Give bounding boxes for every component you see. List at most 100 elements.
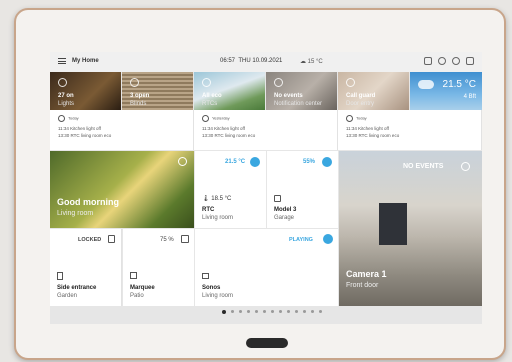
log-lights[interactable]: Today 11:34 Kitchen light off 13:30 RTC … [50, 110, 194, 150]
page-dot[interactable] [319, 310, 322, 313]
arrow-right-icon[interactable] [461, 162, 470, 171]
door-icon [57, 272, 63, 280]
rtc-setpoint: 21.5 °C [225, 159, 246, 165]
page-dot[interactable] [247, 310, 250, 313]
awning-icon [130, 272, 137, 279]
page-dot[interactable] [303, 310, 306, 313]
tile-sublabel: Lights [58, 101, 75, 107]
rtc-actual-value: 18.5 °C [211, 196, 232, 202]
tile-label: 3 open [130, 93, 150, 99]
log-entry: 11:34 Kitchen light off [346, 126, 389, 131]
page-dot[interactable] [311, 310, 314, 313]
speaker-icon[interactable] [466, 57, 474, 65]
device-room: Garage [274, 215, 295, 221]
tile-label: 27 on [58, 93, 74, 99]
tile-label: All eco [202, 93, 222, 99]
scene-room: Living room [57, 210, 94, 217]
time: 06:57 [220, 58, 236, 64]
tile-sublabel: Door entry [346, 101, 375, 107]
rtc-actual: 🌡 18.5 °C [202, 196, 232, 202]
blind-position: 75 % [160, 237, 174, 243]
home-button[interactable] [246, 338, 288, 348]
lock-status: LOCKED [78, 237, 102, 243]
clock: 06:57 THU 10.09.2021 [220, 58, 282, 64]
device-room: Patio [130, 293, 144, 299]
device-name: Marquee [130, 285, 155, 291]
screen: My Home 06:57 THU 10.09.2021 ☁ 15 °C 27 … [50, 52, 482, 324]
device-room: Living room [202, 215, 234, 221]
tile-label: No events [274, 93, 303, 99]
tile-sonos[interactable]: PLAYING Sonos Living room [195, 229, 338, 306]
blinds-icon [130, 78, 139, 87]
log-entry: 13:30 RTC living room eco [58, 133, 112, 138]
page-dot[interactable] [239, 310, 242, 313]
tile-good-morning[interactable]: Good morning Living room [50, 151, 194, 228]
page-title: My Home [72, 58, 99, 64]
page-dot[interactable] [287, 310, 290, 313]
tile-sublabel: RTCs [202, 101, 218, 107]
tile-model3[interactable]: 55% Model 3 Garage [267, 151, 338, 228]
tile-weather[interactable]: 21.5 °C 4 Bft [410, 72, 482, 110]
menu-icon[interactable] [58, 58, 66, 64]
tile-rtcs[interactable]: All eco RTCs [194, 72, 265, 110]
page-dot[interactable] [222, 309, 226, 314]
tile-marquee[interactable]: 75 % Marquee Patio [123, 229, 194, 306]
marquee-icon [181, 235, 189, 243]
tile-lights[interactable]: 27 on Lights [50, 72, 121, 110]
rtc-badge [250, 157, 260, 167]
tile-notifications[interactable]: No events Notification center [266, 72, 337, 110]
page-dot[interactable] [295, 310, 298, 313]
page-indicator[interactable] [222, 309, 322, 314]
page-dot[interactable] [271, 310, 274, 313]
top-bar: My Home 06:57 THU 10.09.2021 ☁ 15 °C [50, 52, 482, 72]
speaker-icon [202, 273, 209, 279]
page-dot[interactable] [263, 310, 266, 313]
log-entry: 11:34 Kitchen light off [58, 126, 101, 131]
charge-percent: 55% [303, 159, 316, 165]
cloud-icon [418, 80, 434, 89]
device-name: RTC [202, 207, 215, 213]
bell-icon[interactable] [452, 57, 460, 65]
camera-room: Front door [346, 282, 379, 289]
tile-rtc[interactable]: 21.5 °C 🌡 18.5 °C RTC Living room [195, 151, 266, 228]
door-image [379, 203, 407, 245]
car-icon [274, 195, 281, 202]
person-icon [346, 78, 355, 87]
charge-badge [322, 157, 332, 167]
lightbulb-icon [58, 78, 67, 87]
tile-door-entry[interactable]: Call guard Door entry [338, 72, 409, 110]
tile-side-entrance[interactable]: LOCKED Side entrance Garden [50, 229, 122, 306]
scene-title: Good morning [57, 197, 119, 207]
weather-wind: 4 Bft [463, 94, 476, 100]
camera-name: Camera 1 [346, 269, 387, 279]
page-dot[interactable] [255, 310, 258, 313]
tile-camera[interactable]: NO EVENTS Camera 1 Front door [339, 151, 482, 306]
lock-icon[interactable] [424, 57, 432, 65]
log-day: Yesterday [202, 115, 230, 122]
device-room: Living room [202, 293, 234, 299]
outdoor-temperature: ☁ 15 °C [300, 59, 323, 65]
bell-icon [274, 78, 283, 87]
playback-status: PLAYING [289, 237, 313, 243]
thermostat-icon [202, 78, 211, 87]
date: THU 10.09.2021 [238, 58, 283, 64]
tile-label: Call guard [346, 93, 376, 99]
log-entry: 13:30 RTC living room eco [202, 133, 256, 138]
log-entry: 11:34 Kitchen light off [202, 126, 245, 131]
lock-icon [108, 235, 115, 243]
tile-sublabel: Blinds [130, 101, 147, 107]
clock-icon [178, 157, 187, 166]
device-name: Side entrance [57, 285, 97, 291]
weather-temperature: 21.5 °C [442, 79, 476, 90]
log-day: Today [58, 115, 79, 122]
log-rtcs[interactable]: Yesterday 11:34 Kitchen light off 13:30 … [194, 110, 338, 150]
tile-blinds[interactable]: 3 open Blinds [122, 72, 193, 110]
page-dot[interactable] [279, 310, 282, 313]
page-dot[interactable] [231, 310, 234, 313]
tile-sublabel: Notification center [274, 101, 323, 107]
device-name: Sonos [202, 285, 221, 291]
log-day: Today [346, 115, 367, 122]
camera-status: NO EVENTS [403, 163, 444, 170]
log-door-entry[interactable]: Today 11:34 Kitchen light off 13:30 RTC … [338, 110, 482, 150]
help-icon[interactable] [438, 57, 446, 65]
